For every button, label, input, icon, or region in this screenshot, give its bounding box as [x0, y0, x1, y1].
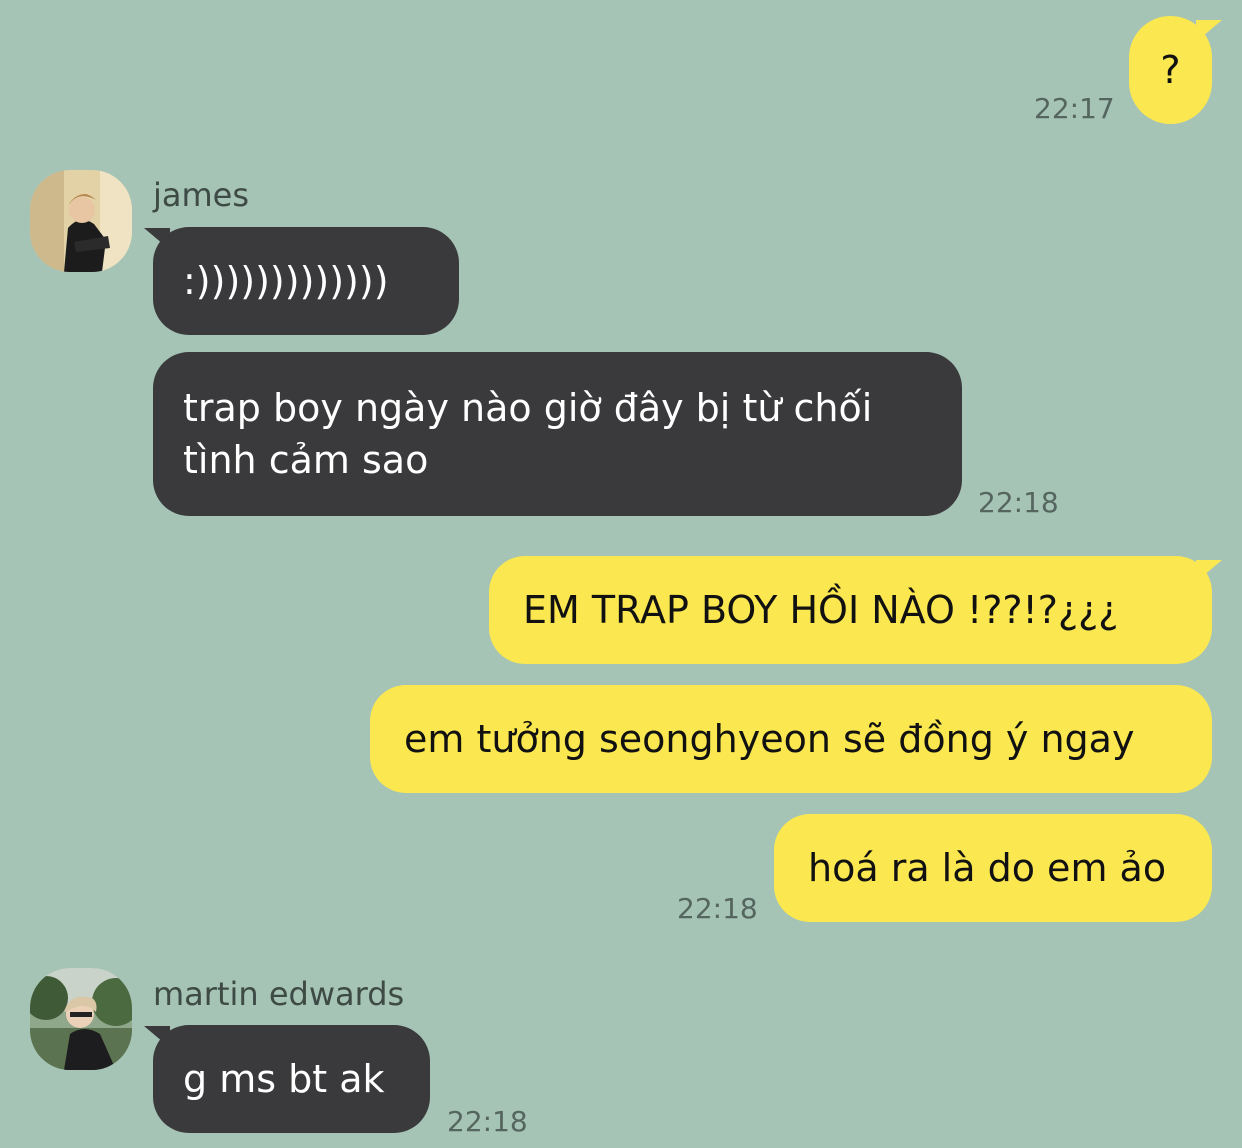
outgoing-message[interactable]: em tưởng seonghyeon sẽ đồng ý ngay — [370, 685, 1212, 793]
message-timestamp: 22:18 — [677, 892, 758, 925]
message-timestamp: 22:18 — [447, 1105, 528, 1138]
avatar-james[interactable] — [30, 170, 132, 272]
message-timestamp: 22:17 — [1034, 92, 1115, 125]
message-text: EM TRAP BOY HỒI NÀO !??!?¿¿¿ — [523, 588, 1119, 632]
sender-name: james — [153, 176, 250, 214]
message-text: em tưởng seonghyeon sẽ đồng ý ngay — [404, 717, 1135, 761]
chat-thread: ? 22:17 james :))))))))))))) trap boy ng… — [0, 0, 1242, 1148]
outgoing-message[interactable]: EM TRAP BOY HỒI NÀO !??!?¿¿¿ — [489, 556, 1212, 664]
message-text: ? — [1160, 48, 1181, 92]
outgoing-message[interactable]: ? — [1129, 16, 1212, 124]
message-text: hoá ra là do em ảo — [808, 846, 1167, 890]
message-text: :))))))))))))) — [183, 259, 389, 303]
message-text: trap boy ngày nào giờ đây bị từ chối tìn… — [183, 386, 873, 482]
incoming-message[interactable]: :))))))))))))) — [153, 227, 459, 335]
outgoing-message[interactable]: hoá ra là do em ảo — [774, 814, 1212, 922]
avatar-photo-icon — [30, 968, 132, 1070]
incoming-message[interactable]: g ms bt ak — [153, 1025, 430, 1133]
avatar-martin-edwards[interactable] — [30, 968, 132, 1070]
sender-name: martin edwards — [153, 975, 405, 1013]
incoming-message[interactable]: trap boy ngày nào giờ đây bị từ chối tìn… — [153, 352, 962, 516]
message-timestamp: 22:18 — [978, 486, 1059, 519]
message-text: g ms bt ak — [183, 1057, 385, 1101]
avatar-photo-icon — [30, 170, 132, 272]
